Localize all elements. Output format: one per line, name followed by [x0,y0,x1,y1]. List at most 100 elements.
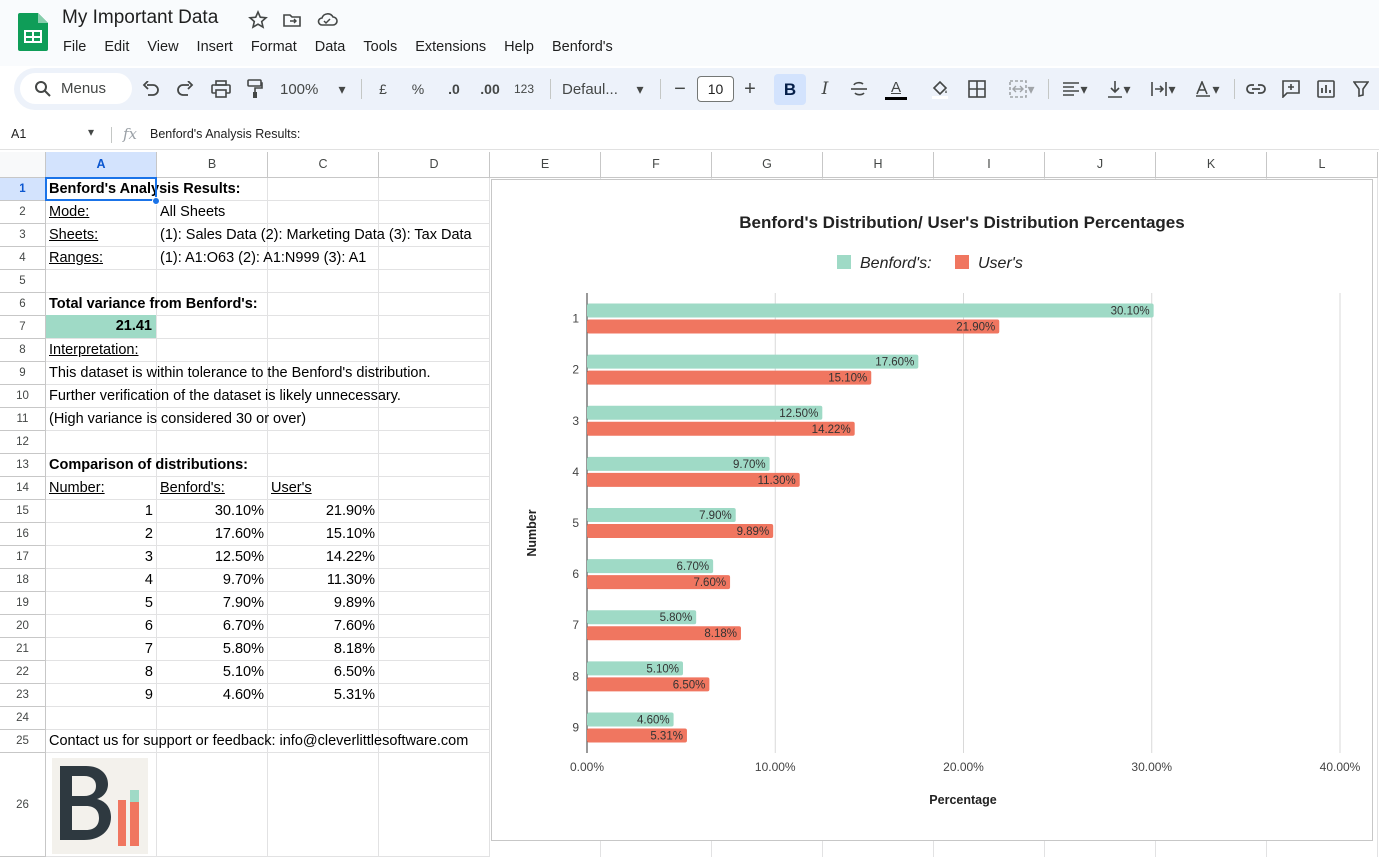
zoom-select[interactable]: 100% [280,68,328,110]
cell-b3[interactable]: (1): Sales Data (2): Marketing Data (3):… [160,224,472,246]
formula-input[interactable]: Benford's Analysis Results: [150,127,300,141]
benford-bar-2[interactable] [587,354,919,369]
percent-button[interactable]: % [407,68,429,110]
table-cell-r22-c0[interactable]: 8 [46,661,156,683]
column-header-l[interactable]: L [1267,152,1378,178]
table-cell-r18-c1[interactable]: 9.70% [157,569,267,591]
row-header-5[interactable]: 5 [0,270,46,293]
menu-data[interactable]: Data [306,37,355,57]
strikethrough-icon[interactable] [848,68,870,110]
row-header-9[interactable]: 9 [0,362,46,385]
cell-b14[interactable]: Benford's: [160,477,225,499]
row-header-3[interactable]: 3 [0,224,46,247]
row-header-26[interactable]: 26 [0,753,46,857]
row-header-10[interactable]: 10 [0,385,46,408]
table-cell-r17-c0[interactable]: 3 [46,546,156,568]
column-header-j[interactable]: J [1045,152,1156,178]
row-header-15[interactable]: 15 [0,500,46,523]
column-header-f[interactable]: F [601,152,712,178]
decrease-font-size-button[interactable]: − [669,68,691,110]
merge-cells-icon[interactable]: ▾ [1002,68,1042,110]
table-cell-r15-c1[interactable]: 30.10% [157,500,267,522]
cell-a25[interactable]: Contact us for support or feedback: info… [49,730,468,752]
menu-benfords[interactable]: Benford's [543,37,622,57]
column-header-d[interactable]: D [379,152,490,178]
table-cell-r23-c2[interactable]: 5.31% [268,684,378,706]
text-rotation-icon[interactable]: ▾ [1188,68,1226,110]
column-header-h[interactable]: H [823,152,934,178]
table-cell-r17-c1[interactable]: 12.50% [157,546,267,568]
paint-format-icon[interactable] [244,68,266,110]
row-header-24[interactable]: 24 [0,707,46,730]
cell-a7-variance[interactable]: 21.41 [46,315,156,338]
row-header-2[interactable]: 2 [0,201,46,224]
cell-a3[interactable]: Sheets: [49,224,98,246]
cell-a2[interactable]: Mode: [49,201,89,223]
decrease-decimal-button[interactable]: .0 [441,68,467,110]
menu-edit[interactable]: Edit [95,37,138,57]
table-cell-r23-c1[interactable]: 4.60% [157,684,267,706]
undo-icon[interactable] [140,68,162,110]
insert-chart-icon[interactable] [1315,68,1337,110]
table-cell-r21-c2[interactable]: 8.18% [268,638,378,660]
table-cell-r21-c0[interactable]: 7 [46,638,156,660]
text-wrapping-icon[interactable]: ▾ [1144,68,1182,110]
cell-b4[interactable]: (1): A1:O63 (2): A1:N999 (3): A1 [160,247,366,269]
increase-decimal-button[interactable]: .00 [476,68,504,110]
menu-view[interactable]: View [138,37,187,57]
row-header-11[interactable]: 11 [0,408,46,431]
row-header-1[interactable]: 1 [0,178,46,201]
row-header-14[interactable]: 14 [0,477,46,500]
currency-button[interactable]: £ [372,68,394,110]
bold-button[interactable]: B [774,74,806,105]
cell-a10[interactable]: Further verification of the dataset is l… [49,385,401,407]
font-size-input[interactable]: 10 [697,76,734,102]
redo-icon[interactable] [174,68,196,110]
table-cell-r21-c1[interactable]: 5.80% [157,638,267,660]
column-header-e[interactable]: E [490,152,601,178]
menu-file[interactable]: File [54,37,95,57]
insert-link-icon[interactable] [1244,68,1268,110]
row-header-22[interactable]: 22 [0,661,46,684]
column-header-k[interactable]: K [1156,152,1267,178]
fill-color-icon[interactable] [929,68,951,110]
star-icon[interactable] [248,10,268,30]
table-cell-r22-c2[interactable]: 6.50% [268,661,378,683]
insert-comment-icon[interactable] [1280,68,1302,110]
name-box[interactable]: A1 [11,127,26,141]
vertical-align-icon[interactable]: ▾ [1100,68,1138,110]
cloud-saved-icon[interactable] [316,10,338,30]
menu-extensions[interactable]: Extensions [406,37,495,57]
table-cell-r22-c1[interactable]: 5.10% [157,661,267,683]
table-cell-r23-c0[interactable]: 9 [46,684,156,706]
cell-a6[interactable]: Total variance from Benford's: [49,293,258,315]
cell-a4[interactable]: Ranges: [49,247,103,269]
benford-bar-1[interactable] [587,303,1154,318]
sheets-logo-icon[interactable] [18,13,48,51]
row-header-23[interactable]: 23 [0,684,46,707]
column-header-a[interactable]: A [46,152,157,178]
horizontal-align-icon[interactable]: ▾ [1056,68,1094,110]
cell-a13[interactable]: Comparison of distributions: [49,454,248,476]
search-menus-input[interactable]: Menus [20,73,132,104]
cell-c14[interactable]: User's [271,477,312,499]
borders-icon[interactable] [966,68,988,110]
move-folder-icon[interactable] [282,10,302,30]
row-header-25[interactable]: 25 [0,730,46,753]
table-cell-r20-c0[interactable]: 6 [46,615,156,637]
row-header-12[interactable]: 12 [0,431,46,454]
row-header-4[interactable]: 4 [0,247,46,270]
table-cell-r15-c2[interactable]: 21.90% [268,500,378,522]
cell-a9[interactable]: This dataset is within tolerance to the … [49,362,431,384]
menu-format[interactable]: Format [242,37,306,57]
name-box-dropdown-icon[interactable]: ▾ [88,125,94,139]
table-cell-r20-c2[interactable]: 7.60% [268,615,378,637]
text-color-button[interactable]: A [883,68,909,110]
column-header-b[interactable]: B [157,152,268,178]
menu-insert[interactable]: Insert [188,37,242,57]
row-header-7[interactable]: 7 [0,316,46,339]
table-cell-r17-c2[interactable]: 14.22% [268,546,378,568]
benford-chart[interactable]: Benford's Distribution/ User's Distribut… [491,179,1373,841]
row-header-16[interactable]: 16 [0,523,46,546]
select-all-corner[interactable] [0,152,46,178]
